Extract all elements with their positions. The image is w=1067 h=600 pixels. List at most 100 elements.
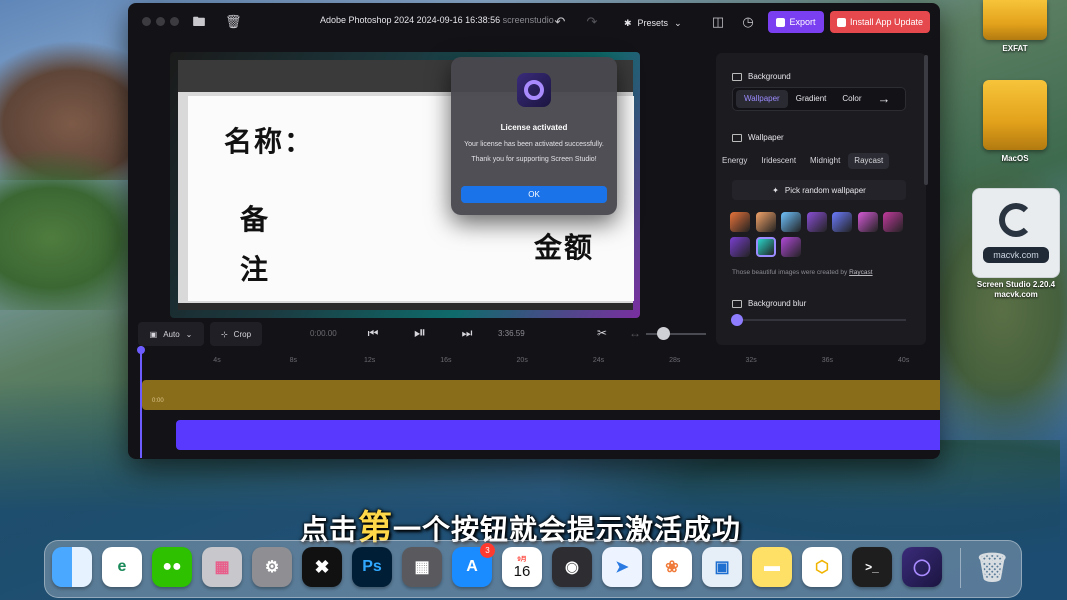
tab-wallpaper[interactable]: Wallpaper xyxy=(736,90,788,108)
auto-label: Auto xyxy=(163,329,180,339)
dialog-title: License activated xyxy=(500,123,568,132)
chip-raycast[interactable]: Raycast xyxy=(848,153,890,169)
play-icon[interactable]: ⏯ xyxy=(411,324,429,341)
playhead[interactable] xyxy=(137,346,145,458)
drive-icon xyxy=(983,0,1047,40)
wallpaper-swatch[interactable] xyxy=(755,212,776,232)
minimize-window-button[interactable] xyxy=(156,17,165,26)
redo-icon[interactable]: ↷ xyxy=(584,14,600,30)
speed-icon[interactable]: ◷ xyxy=(740,14,756,30)
dialog-message: Your license has been activated successf… xyxy=(464,141,604,148)
current-time: 0:00.00 xyxy=(310,329,337,338)
photos-icon[interactable]: ❀ xyxy=(652,547,692,587)
calendar-month: 9月 xyxy=(517,557,527,563)
license-dialog: License activated Your license has been … xyxy=(451,57,617,215)
panel-scrollbar[interactable] xyxy=(924,55,928,185)
image-icon xyxy=(732,72,742,81)
capcut-icon[interactable]: ✖ xyxy=(302,547,342,587)
launchpad-icon[interactable]: ▦ xyxy=(202,547,242,587)
wallpaper-section-title: Wallpaper xyxy=(732,133,784,142)
tab-color[interactable]: Color xyxy=(834,90,869,108)
window-title: Adobe Photoshop 2024 2024-09-16 16:38:56… xyxy=(320,15,554,25)
wallpaper-swatch[interactable] xyxy=(832,212,852,232)
calendar-icon[interactable]: 9月 16 xyxy=(502,547,542,587)
sidebar-toggle-icon[interactable]: ◫ xyxy=(710,14,726,30)
photoshop-icon[interactable]: Ps xyxy=(352,547,392,587)
recording-clip[interactable]: 0:00 xyxy=(142,380,940,410)
timeline-tick: 32s xyxy=(745,357,757,364)
trash-icon[interactable]: 🗑 xyxy=(225,14,242,30)
tab-gradient[interactable]: Gradient xyxy=(788,90,835,108)
drive-label: EXFAT xyxy=(1002,44,1028,53)
undo-icon[interactable]: ↶ xyxy=(552,14,568,30)
trash-icon[interactable]: 🗑 xyxy=(972,547,1012,587)
zoom-slider-knob[interactable] xyxy=(657,327,670,340)
feishu-icon[interactable]: ➤ xyxy=(602,547,642,587)
timeline-tick: 16s xyxy=(440,357,452,364)
chip-iridescent[interactable]: Iridescent xyxy=(755,153,802,169)
crop-label: Crop xyxy=(233,329,252,339)
presets-dropdown[interactable]: ✱ Presets ⌄ xyxy=(624,14,682,32)
wallpaper-swatch[interactable] xyxy=(755,237,776,257)
dmg-url: macvk.com xyxy=(983,247,1049,263)
screenshot-app-icon[interactable]: ▣ xyxy=(702,547,742,587)
edge-icon[interactable]: e xyxy=(102,547,142,587)
timeline-tick: 28s xyxy=(669,357,681,364)
install-update-button[interactable]: Install App Update xyxy=(830,11,930,33)
chip-midnight[interactable]: Midnight xyxy=(804,153,846,169)
screen-studio-dock-icon[interactable]: ◯ xyxy=(902,547,942,587)
obs-icon[interactable]: ◉ xyxy=(552,547,592,587)
blur-slider-knob[interactable] xyxy=(731,314,743,326)
wallpaper-swatch[interactable] xyxy=(806,212,827,232)
calculator-icon[interactable]: ▦ xyxy=(402,547,442,587)
resize-icon[interactable]: ↔ xyxy=(626,326,644,340)
background-section-title: Background xyxy=(732,72,791,81)
window-title-text: Adobe Photoshop 2024 2024-09-16 16:38:56 xyxy=(320,15,501,25)
screen-studio-app-icon xyxy=(517,73,551,107)
window-title-suffix: screenstudio xyxy=(502,15,554,25)
cut-icon[interactable]: ✂ xyxy=(593,326,611,340)
zoom-slider-track[interactable] xyxy=(646,333,706,335)
blur-title-text: Background blur xyxy=(748,299,807,308)
wallpaper-swatch[interactable] xyxy=(883,212,903,232)
wallpaper-swatch[interactable] xyxy=(730,237,750,257)
hexagon-app-icon[interactable]: ⬡ xyxy=(802,547,842,587)
background-panel: Background Wallpaper Gradient Color → Wa… xyxy=(716,53,926,345)
drive-exfat[interactable]: EXFAT xyxy=(970,0,1060,53)
blur-section-title: Background blur xyxy=(732,299,806,308)
export-label: Export xyxy=(789,17,816,27)
wallpaper-swatch[interactable] xyxy=(857,212,878,232)
wechat-icon[interactable]: ●● xyxy=(152,547,192,587)
wallpaper-swatch[interactable] xyxy=(781,237,801,257)
doc-text-amount: 金额 xyxy=(534,231,595,264)
install-update-label: Install App Update xyxy=(849,17,924,27)
aspect-ratio-dropdown[interactable]: ▣ Auto ⌄ xyxy=(138,322,204,346)
wallpaper-swatch[interactable] xyxy=(781,212,801,232)
chip-energy[interactable]: Energy xyxy=(716,153,753,169)
wallpaper-title-text: Wallpaper xyxy=(748,133,784,142)
arrow-right-icon[interactable]: → xyxy=(870,90,899,108)
crop-button[interactable]: ⊹ Crop xyxy=(210,322,262,346)
calendar-day: 16 xyxy=(513,563,531,580)
system-settings-icon[interactable]: ⚙ xyxy=(252,547,292,587)
export-button[interactable]: Export xyxy=(768,11,824,33)
notes-icon[interactable]: ▬ xyxy=(752,547,792,587)
chevron-down-icon: ⌄ xyxy=(185,329,193,339)
blur-slider-track[interactable] xyxy=(736,319,906,321)
finder-icon[interactable] xyxy=(52,547,92,587)
skip-forward-icon[interactable]: ⏭ xyxy=(458,326,476,341)
wallpaper-swatch[interactable] xyxy=(730,212,750,232)
timeline-ruler[interactable]: 4s 8s 12s 16s 20s 24s 28s 32s 36s 40s xyxy=(128,350,940,380)
pick-random-wallpaper-button[interactable]: ✦ Pick random wallpaper xyxy=(732,180,906,200)
folder-icon[interactable]: 🖿 xyxy=(191,14,207,30)
screen-studio-dmg[interactable]: macvk.com xyxy=(972,188,1060,278)
zoom-window-button[interactable] xyxy=(170,17,179,26)
close-window-button[interactable] xyxy=(142,17,151,26)
skip-back-icon[interactable]: ⏮ xyxy=(364,326,382,341)
zoom-track[interactable] xyxy=(176,420,940,450)
ok-button[interactable]: OK xyxy=(461,186,607,203)
timeline-tick: 20s xyxy=(516,357,528,364)
drive-macos[interactable]: MacOS xyxy=(970,80,1060,163)
terminal-icon[interactable]: >_ xyxy=(852,547,892,587)
raycast-link[interactable]: Raycast xyxy=(849,269,872,276)
